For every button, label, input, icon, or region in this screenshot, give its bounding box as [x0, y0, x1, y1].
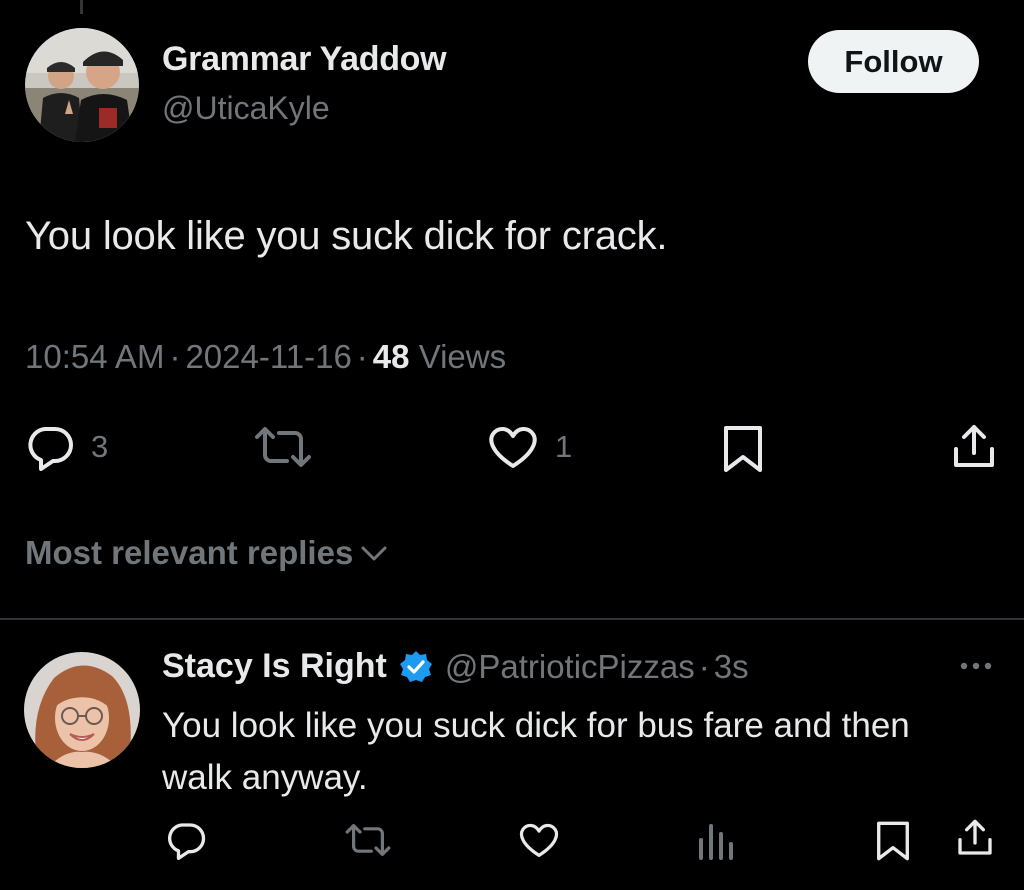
reply-bookmark-button[interactable]	[875, 820, 911, 862]
tweet-date[interactable]: 2024-11-16	[185, 338, 351, 375]
meta-separator: ·	[356, 338, 368, 375]
share-icon	[954, 425, 994, 467]
reply-reply-button[interactable]	[165, 820, 207, 860]
more-options-icon[interactable]	[956, 656, 996, 676]
reply-button[interactable]: 3	[25, 423, 108, 471]
bookmark-button[interactable]	[722, 424, 764, 474]
reply-retweet-button[interactable]	[344, 822, 392, 858]
reply-author-handle[interactable]: @PatrioticPizzas	[445, 648, 695, 686]
reply-text: You look like you suck dick for bus fare…	[162, 706, 910, 797]
reply-header: Stacy Is Right @PatrioticPizzas · 3s	[162, 647, 749, 686]
like-icon	[489, 427, 537, 468]
reply-like-button[interactable]	[518, 821, 560, 859]
reply-author-avatar[interactable]	[24, 652, 140, 768]
reply-timestamp[interactable]: 3s	[714, 648, 749, 686]
like-count: 1	[555, 429, 573, 464]
reply-author-name[interactable]: Stacy Is Right	[162, 647, 387, 686]
retweet-button[interactable]	[253, 425, 313, 469]
share-icon	[958, 819, 992, 855]
reply-count: 3	[91, 429, 109, 464]
views-count: 48	[372, 338, 410, 375]
bookmark-icon	[877, 821, 909, 861]
chevron-down-icon	[361, 546, 387, 561]
reply-share-button[interactable]	[955, 818, 995, 858]
follow-button[interactable]: Follow	[808, 30, 979, 93]
share-button[interactable]	[950, 423, 998, 471]
like-button[interactable]: 1	[487, 424, 572, 470]
author-name[interactable]: Grammar Yaddow	[162, 40, 447, 79]
like-icon	[519, 823, 559, 857]
views-label: Views	[418, 338, 507, 375]
reply-views-button[interactable]	[696, 822, 736, 860]
tweet-time[interactable]: 10:54 AM	[25, 338, 164, 375]
meta-separator: ·	[169, 338, 181, 375]
retweet-icon	[345, 824, 391, 856]
replies-sort-label: Most relevant replies	[25, 534, 354, 571]
verified-badge-icon	[399, 650, 432, 682]
section-divider	[0, 618, 1024, 620]
retweet-icon	[255, 427, 311, 467]
reply-separator: ·	[698, 647, 710, 685]
thread-connector-line	[80, 0, 83, 14]
author-handle[interactable]: @UticaKyle	[162, 90, 330, 127]
reply-icon	[168, 823, 206, 860]
replies-sort-dropdown[interactable]: Most relevant replies	[25, 534, 389, 572]
bookmark-icon	[724, 426, 762, 472]
tweet-meta: 10:54 AM · 2024-11-16 · 48 Views	[25, 338, 506, 376]
author-avatar[interactable]	[25, 28, 139, 142]
tweet-text: You look like you suck dick for crack.	[25, 214, 668, 258]
views-icon	[699, 824, 733, 860]
reply-icon	[28, 427, 73, 471]
